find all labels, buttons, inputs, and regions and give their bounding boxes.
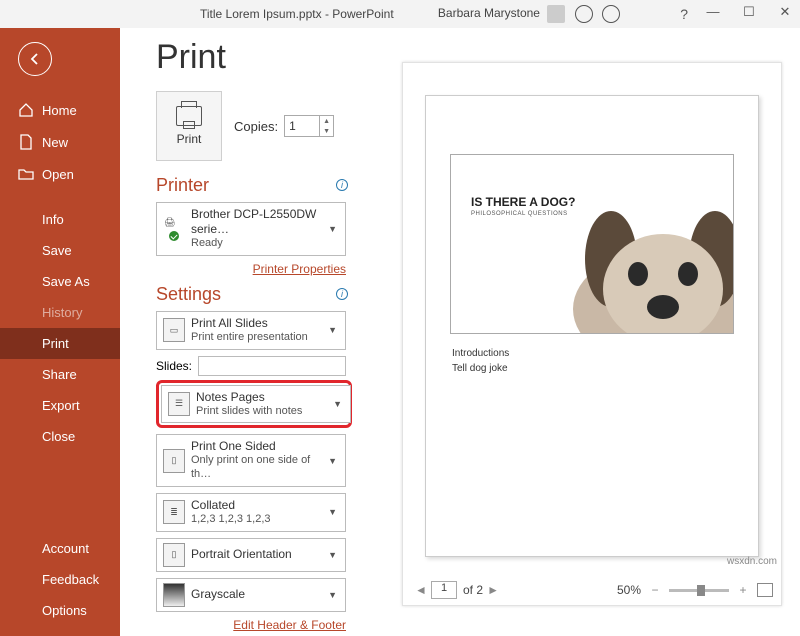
watermark-text: wsxdn.com xyxy=(727,556,777,567)
zoom-out-button[interactable]: − xyxy=(645,583,665,597)
collate-dropdown[interactable]: ≣ Collated1,2,3 1,2,3 1,2,3 ▼ xyxy=(156,493,346,532)
preview-footer: ◄ 1 of 2 ► 50% − + xyxy=(411,579,773,601)
sidebar-item-home[interactable]: Home xyxy=(0,94,120,126)
printer-properties-link[interactable]: Printer Properties xyxy=(156,262,346,276)
sidebar-item-feedback[interactable]: Feedback xyxy=(0,564,120,595)
orientation-dropdown[interactable]: ▯ Portrait Orientation ▼ xyxy=(156,538,346,572)
preview-page: IS THERE A DOG? PHILOSOPHICAL QUESTIONS … xyxy=(425,95,759,557)
chevron-down-icon: ▼ xyxy=(326,224,339,234)
sides-dropdown[interactable]: ▯ Print One SidedOnly print on one side … xyxy=(156,434,346,487)
slides-label: Slides: xyxy=(156,359,192,373)
page-number-input[interactable]: 1 xyxy=(431,581,457,599)
sidebar-item-history: History xyxy=(0,297,120,328)
chevron-down-icon: ▼ xyxy=(326,507,339,517)
settings-info-icon[interactable]: i xyxy=(336,288,348,300)
chevron-down-icon: ▼ xyxy=(326,325,339,335)
sidebar-item-options[interactable]: Options xyxy=(0,595,120,626)
sidebar-item-open[interactable]: Open xyxy=(0,158,120,190)
sidebar-item-close[interactable]: Close xyxy=(0,421,120,452)
window-title: Title Lorem Ipsum.pptx - PowerPoint xyxy=(200,7,394,21)
zoom-in-button[interactable]: + xyxy=(733,583,753,597)
avatar-icon xyxy=(547,5,565,23)
title-bar: Title Lorem Ipsum.pptx - PowerPoint Barb… xyxy=(0,0,800,28)
slides-stack-icon: ▭ xyxy=(163,318,185,342)
zoom-to-fit-button[interactable] xyxy=(757,583,773,597)
color-dropdown[interactable]: Grayscale ▼ xyxy=(156,578,346,612)
backstage-sidebar: Home New Open Info Save Save As History … xyxy=(0,28,120,636)
zoom-slider[interactable] xyxy=(669,589,729,592)
minimize-button[interactable]: — xyxy=(704,4,722,20)
preview-slide: IS THERE A DOG? PHILOSOPHICAL QUESTIONS xyxy=(450,154,734,334)
chevron-down-icon: ▼ xyxy=(326,590,339,600)
account-name[interactable]: Barbara Marystone xyxy=(438,5,620,23)
portrait-icon: ▯ xyxy=(163,543,185,567)
zoom-label: 50% xyxy=(617,583,641,597)
dog-image xyxy=(553,189,734,334)
print-preview: IS THERE A DOG? PHILOSOPHICAL QUESTIONS … xyxy=(402,62,782,606)
copies-spinner[interactable]: 1 ▲▼ xyxy=(284,115,334,137)
edit-header-footer-link[interactable]: Edit Header & Footer xyxy=(156,618,346,632)
printer-device-icon: 🖨 xyxy=(163,217,185,241)
sidebar-item-export[interactable]: Export xyxy=(0,390,120,421)
collated-icon: ≣ xyxy=(163,500,185,524)
printer-dropdown[interactable]: 🖨 Brother DCP-L2550DW serie… Ready ▼ xyxy=(156,202,346,256)
sidebar-item-info[interactable]: Info xyxy=(0,204,120,235)
print-panel: Print Print Copies: 1 ▲▼ Printer i 🖨 xyxy=(120,28,800,636)
sad-face-icon[interactable] xyxy=(602,5,620,23)
printer-icon xyxy=(176,106,202,126)
sidebar-item-saveas[interactable]: Save As xyxy=(0,266,120,297)
one-sided-icon: ▯ xyxy=(163,449,185,473)
preview-notes: Introductions Tell dog joke xyxy=(452,346,509,376)
sidebar-item-account[interactable]: Account xyxy=(0,533,120,564)
print-range-dropdown[interactable]: ▭ Print All SlidesPrint entire presentat… xyxy=(156,311,346,350)
back-button[interactable] xyxy=(18,42,52,76)
layout-dropdown-highlight: ☰ Notes PagesPrint slides with notes ▼ xyxy=(156,380,352,429)
chevron-down-icon: ▼ xyxy=(331,399,344,409)
help-button[interactable]: ? xyxy=(680,6,688,22)
copies-label: Copies: xyxy=(234,119,278,134)
print-layout-dropdown[interactable]: ☰ Notes PagesPrint slides with notes ▼ xyxy=(161,385,351,424)
close-window-button[interactable]: ✕ xyxy=(776,4,794,20)
slides-range-input[interactable] xyxy=(198,356,346,376)
home-icon xyxy=(18,102,34,118)
notes-page-icon: ☰ xyxy=(168,392,190,416)
smile-face-icon[interactable] xyxy=(575,5,593,23)
spinner-down-icon[interactable]: ▼ xyxy=(320,126,333,136)
page-total-label: of 2 xyxy=(463,583,483,597)
open-folder-icon xyxy=(18,166,34,182)
new-doc-icon xyxy=(18,134,34,150)
printer-info-icon[interactable]: i xyxy=(336,179,348,191)
prev-page-button[interactable]: ◄ xyxy=(411,583,431,597)
next-page-button[interactable]: ► xyxy=(483,583,503,597)
chevron-down-icon: ▼ xyxy=(326,456,339,466)
sidebar-item-new[interactable]: New xyxy=(0,126,120,158)
spinner-up-icon[interactable]: ▲ xyxy=(320,116,333,126)
grayscale-icon xyxy=(163,583,185,607)
sidebar-item-share[interactable]: Share xyxy=(0,359,120,390)
maximize-button[interactable]: ☐ xyxy=(740,4,758,20)
chevron-down-icon: ▼ xyxy=(326,550,339,560)
print-button[interactable]: Print xyxy=(156,91,222,161)
sidebar-item-print[interactable]: Print xyxy=(0,328,120,359)
sidebar-item-save[interactable]: Save xyxy=(0,235,120,266)
